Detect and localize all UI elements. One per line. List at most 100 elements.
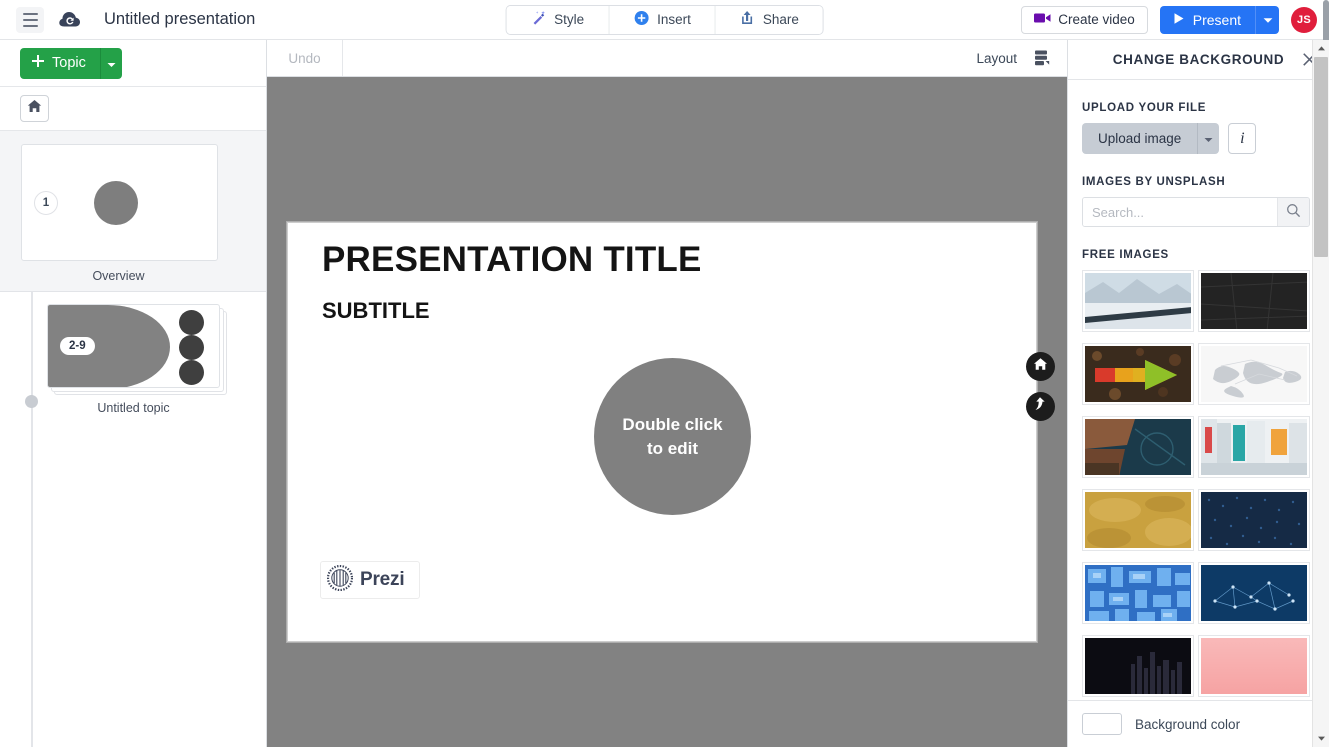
- panel-scrollbar-thumb[interactable]: [1314, 57, 1328, 257]
- chevron-down-icon: [1263, 12, 1273, 27]
- present-button-group: Present: [1160, 6, 1279, 34]
- present-button[interactable]: Present: [1160, 6, 1255, 34]
- sidebar-home-button[interactable]: [20, 95, 49, 122]
- topic-timeline-dot: [25, 395, 38, 408]
- slide-title[interactable]: PRESENTATION TITLE: [322, 240, 702, 280]
- style-button-label: Style: [554, 12, 584, 27]
- overview-section: 1 Overview: [0, 131, 266, 292]
- image-thumbnail[interactable]: [1198, 343, 1310, 405]
- canvas-home-button[interactable]: [1026, 352, 1055, 381]
- topbar-right: Create video Present JS: [1021, 6, 1329, 34]
- insert-button[interactable]: Insert: [609, 6, 716, 34]
- document-title[interactable]: Untitled presentation: [104, 10, 255, 29]
- present-button-label: Present: [1193, 12, 1241, 28]
- create-video-button[interactable]: Create video: [1021, 6, 1148, 34]
- left-sidebar: Topic: [0, 40, 267, 747]
- search-icon: [1286, 203, 1301, 221]
- layout-panel-icon[interactable]: [1033, 49, 1051, 67]
- hamburger-icon[interactable]: [16, 7, 44, 33]
- prezi-logo-text: Prezi: [360, 569, 404, 591]
- slide-placeholder-circle[interactable]: Double click to edit: [594, 358, 751, 515]
- panel-title: CHANGE BACKGROUND: [1113, 52, 1284, 67]
- unsplash-section-label: IMAGES BY UNSPLASH: [1082, 176, 1329, 188]
- change-background-panel: CHANGE BACKGROUND UPLOAD YOUR FILE Uploa…: [1067, 40, 1329, 747]
- topic-range-badge: 2-9: [60, 337, 95, 355]
- plus-circle-icon: [633, 10, 649, 29]
- background-color-row: Background color: [1068, 700, 1329, 747]
- chevron-down-icon: [107, 56, 116, 71]
- prezi-editor: Untitled presentation Style: [0, 0, 1329, 747]
- panel-scrollbar[interactable]: [1312, 40, 1329, 747]
- canvas-back-button[interactable]: [1026, 392, 1055, 421]
- upload-info-button[interactable]: i: [1228, 123, 1256, 154]
- unsplash-image-grid: [1082, 270, 1329, 697]
- chevron-up-icon[interactable]: [1313, 40, 1329, 57]
- image-thumbnail[interactable]: [1082, 343, 1194, 405]
- style-button[interactable]: Style: [506, 6, 609, 34]
- canvas-floating-buttons: [1026, 352, 1055, 421]
- home-icon: [27, 99, 42, 118]
- topic-thumbnail-dot: [179, 360, 204, 385]
- image-thumbnail[interactable]: [1198, 489, 1310, 551]
- canvas-toolbar-right: Layout: [976, 49, 1067, 67]
- add-topic-label: Topic: [52, 55, 86, 71]
- slide-canvas[interactable]: PRESENTATION TITLE SUBTITLE Double click…: [267, 77, 1067, 747]
- upload-icon: [740, 10, 755, 29]
- upload-dropdown-button[interactable]: [1197, 123, 1219, 154]
- thumbnail-topic[interactable]: 2-9: [47, 304, 220, 388]
- play-icon: [1172, 12, 1185, 28]
- undo-button[interactable]: Undo: [267, 40, 343, 76]
- add-topic-button[interactable]: Topic: [20, 48, 100, 79]
- panel-scrollbar-track[interactable]: [1313, 57, 1329, 730]
- create-video-label: Create video: [1058, 12, 1135, 27]
- image-thumbnail[interactable]: [1198, 562, 1310, 624]
- cloud-sync-icon: [58, 8, 82, 32]
- background-color-label: Background color: [1135, 717, 1240, 732]
- add-topic-row: Topic: [0, 40, 266, 86]
- upload-row: Upload image i: [1082, 123, 1329, 154]
- prezi-logo: Prezi: [320, 561, 420, 599]
- magic-wand-icon: [530, 10, 546, 29]
- home-icon: [1033, 357, 1048, 376]
- add-topic-dropdown-button[interactable]: [100, 48, 122, 79]
- overview-label: Overview: [0, 269, 237, 283]
- panel-header: CHANGE BACKGROUND: [1068, 40, 1329, 80]
- prezi-sunburst-icon: [327, 565, 353, 596]
- thumbnail-shape: [94, 181, 138, 225]
- panel-body: UPLOAD YOUR FILE Upload image i IMAGES B…: [1068, 80, 1329, 700]
- sidebar-home-row: [0, 86, 266, 131]
- image-thumbnail[interactable]: [1082, 562, 1194, 624]
- topic-section: 2-9 Untitled topic: [0, 292, 266, 747]
- free-images-label: FREE IMAGES: [1082, 249, 1329, 261]
- image-thumbnail[interactable]: [1198, 416, 1310, 478]
- upload-section-label: UPLOAD YOUR FILE: [1082, 102, 1329, 114]
- topic-label[interactable]: Untitled topic: [47, 401, 220, 415]
- image-thumbnail[interactable]: [1082, 635, 1194, 697]
- circle-text-line-2: to edit: [622, 437, 722, 461]
- center-area: Undo Layout PRESENTATION TITLE: [267, 40, 1067, 747]
- chevron-down-icon[interactable]: [1313, 730, 1329, 747]
- topic-thumbnail-dot: [179, 310, 204, 335]
- image-thumbnail[interactable]: [1082, 270, 1194, 332]
- image-thumbnail[interactable]: [1198, 635, 1310, 697]
- search-button[interactable]: [1277, 198, 1309, 226]
- share-button[interactable]: Share: [716, 6, 823, 34]
- thumbnail-overview[interactable]: 1: [21, 144, 218, 261]
- zoom-out-arrow-icon: [1033, 396, 1048, 417]
- circle-text-line-1: Double click: [622, 413, 722, 437]
- present-dropdown-button[interactable]: [1255, 6, 1279, 34]
- upload-image-button[interactable]: Upload image: [1082, 123, 1197, 154]
- background-color-swatch[interactable]: [1082, 713, 1122, 735]
- image-thumbnail[interactable]: [1082, 416, 1194, 478]
- image-thumbnail[interactable]: [1198, 270, 1310, 332]
- image-thumbnail[interactable]: [1082, 489, 1194, 551]
- insert-button-label: Insert: [657, 12, 691, 27]
- search-input[interactable]: [1083, 198, 1277, 226]
- layout-button[interactable]: Layout: [976, 51, 1017, 66]
- sidebar-thumbnail-list: 1 Overview: [0, 131, 266, 747]
- slide-subtitle[interactable]: SUBTITLE: [322, 298, 430, 324]
- canvas-toolbar: Undo Layout: [267, 40, 1067, 77]
- slide-frame[interactable]: PRESENTATION TITLE SUBTITLE Double click…: [287, 222, 1037, 642]
- chevron-down-icon: [1204, 131, 1213, 146]
- avatar[interactable]: JS: [1291, 7, 1317, 33]
